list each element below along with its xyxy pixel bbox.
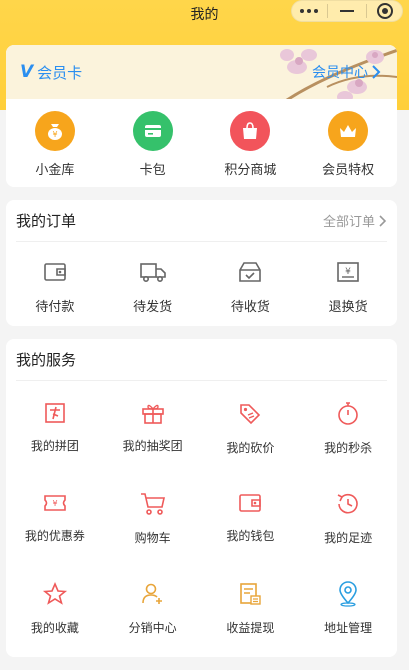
user-add-icon bbox=[140, 581, 166, 611]
quick-item-label: 会员特权 bbox=[322, 163, 375, 178]
minimize-icon bbox=[339, 10, 354, 12]
service-item-label: 分销中心 bbox=[128, 621, 177, 635]
services-card: 我的服务 我的拼团 我的抽奖团 我的砍价 我的秒杀 ¥ 我的优惠券 购物车 我的钱包 我的足迹我… bbox=[6, 339, 397, 657]
crown-icon bbox=[328, 111, 369, 151]
all-orders-label: 全部订单 bbox=[322, 215, 375, 230]
service-item-4[interactable]: ¥ 我的优惠券 bbox=[6, 471, 104, 561]
all-orders-link[interactable]: 全部订单 bbox=[323, 211, 387, 230]
svg-text:¥: ¥ bbox=[345, 267, 351, 277]
service-item-label: 收益提现 bbox=[226, 621, 275, 635]
order-status-label: 退换货 bbox=[328, 300, 368, 315]
service-item-0[interactable]: 我的拼团 bbox=[6, 381, 104, 471]
order-status-2[interactable]: 待收货 bbox=[205, 260, 295, 315]
location-icon bbox=[336, 581, 360, 611]
gift-icon bbox=[140, 401, 166, 429]
member-card-bar[interactable]: V 会员卡 会员中心 bbox=[6, 45, 397, 99]
service-item-label: 购物车 bbox=[134, 531, 171, 545]
minimize-button[interactable] bbox=[332, 1, 362, 21]
services-title: 我的服务 bbox=[16, 351, 77, 369]
withdraw-icon bbox=[237, 581, 263, 611]
order-status-3[interactable]: ¥ 退换货 bbox=[303, 260, 393, 315]
service-item-10[interactable]: 收益提现 bbox=[202, 561, 300, 651]
service-item-label: 我的抽奖团 bbox=[122, 439, 183, 453]
member-card-label: 会员卡 bbox=[37, 63, 83, 82]
history-icon bbox=[335, 491, 361, 521]
member-center-link[interactable]: 会员中心 bbox=[312, 62, 381, 82]
order-status-1[interactable]: 待发货 bbox=[108, 260, 198, 315]
service-item-11[interactable]: 地址管理 bbox=[299, 561, 397, 651]
service-item-label: 我的拼团 bbox=[30, 439, 79, 453]
member-center-label: 会员中心 bbox=[312, 65, 368, 81]
order-status-label: 待付款 bbox=[35, 300, 75, 315]
mini-program-capsule bbox=[291, 0, 403, 22]
chevron-right-icon bbox=[379, 214, 387, 227]
service-item-1[interactable]: 我的抽奖团 bbox=[104, 381, 202, 471]
service-item-label: 我的秒杀 bbox=[324, 441, 373, 455]
order-status-label: 待收货 bbox=[230, 300, 270, 315]
vip-v-icon: V bbox=[20, 62, 34, 82]
nav-bar: 我的 bbox=[0, 0, 409, 28]
member-card: V 会员卡 会员中心 ¥ 小金库 卡包 积分商城 会员特权 bbox=[6, 45, 397, 187]
inbox-check-icon bbox=[237, 260, 263, 288]
service-item-label: 我的收藏 bbox=[30, 621, 79, 635]
quick-item-label: 卡包 bbox=[139, 163, 166, 178]
quick-item-label: 积分商城 bbox=[224, 163, 277, 178]
price-tag-icon bbox=[237, 401, 263, 431]
truck-icon bbox=[139, 260, 167, 288]
quick-entry-row: ¥ 小金库 卡包 积分商城 会员特权 bbox=[6, 99, 397, 178]
wallet-icon bbox=[42, 260, 68, 288]
order-status-label: 待发货 bbox=[133, 300, 173, 315]
group-buy-icon bbox=[43, 401, 67, 429]
order-status-0[interactable]: 待付款 bbox=[10, 260, 100, 315]
page-title: 我的 bbox=[190, 7, 219, 23]
quick-item-0[interactable]: ¥ 小金库 bbox=[10, 111, 100, 178]
more-button[interactable] bbox=[294, 1, 324, 21]
quick-item-3[interactable]: 会员特权 bbox=[303, 111, 393, 178]
service-item-3[interactable]: 我的秒杀 bbox=[299, 381, 397, 471]
quick-item-label: 小金库 bbox=[35, 163, 75, 178]
service-item-2[interactable]: 我的砍价 bbox=[202, 381, 300, 471]
services-grid: 我的拼团 我的抽奖团 我的砍价 我的秒杀 ¥ 我的优惠券 购物车 我的钱包 我的足迹我的收藏 分销… bbox=[6, 381, 397, 651]
service-item-6[interactable]: 我的钱包 bbox=[202, 471, 300, 561]
order-status-row: 待付款 待发货 待收货 ¥ 退换货 bbox=[6, 242, 397, 315]
close-target-icon bbox=[377, 3, 394, 19]
star-icon bbox=[42, 581, 68, 611]
service-item-9[interactable]: 分销中心 bbox=[104, 561, 202, 651]
card-icon bbox=[132, 111, 173, 151]
orders-card: 我的订单 全部订单 待付款 待发货 待收货 ¥ 退换货 bbox=[6, 200, 397, 326]
wallet-icon bbox=[237, 491, 263, 519]
service-item-label: 地址管理 bbox=[324, 621, 373, 635]
service-item-label: 我的优惠券 bbox=[24, 529, 85, 543]
orders-title: 我的订单 bbox=[16, 212, 77, 230]
shopping-bag-icon bbox=[230, 111, 271, 151]
service-item-7[interactable]: 我的足迹 bbox=[299, 471, 397, 561]
more-dots-icon bbox=[299, 9, 318, 13]
cart-icon bbox=[139, 491, 167, 521]
coupon-icon: ¥ bbox=[42, 491, 68, 519]
chevron-right-icon bbox=[372, 65, 381, 79]
service-item-label: 我的钱包 bbox=[226, 529, 275, 543]
svg-text:¥: ¥ bbox=[52, 499, 57, 508]
service-item-5[interactable]: 购物车 bbox=[104, 471, 202, 561]
stopwatch-icon bbox=[336, 401, 360, 431]
refund-icon: ¥ bbox=[335, 260, 361, 288]
service-item-label: 我的足迹 bbox=[324, 531, 373, 545]
service-item-label: 我的砍价 bbox=[226, 441, 275, 455]
close-button[interactable] bbox=[370, 1, 400, 21]
service-item-8[interactable]: 我的收藏 bbox=[6, 561, 104, 651]
coin-bag-icon: ¥ bbox=[34, 111, 75, 151]
svg-text:¥: ¥ bbox=[52, 130, 57, 139]
quick-item-2[interactable]: 积分商城 bbox=[205, 111, 295, 178]
quick-item-1[interactable]: 卡包 bbox=[108, 111, 198, 178]
